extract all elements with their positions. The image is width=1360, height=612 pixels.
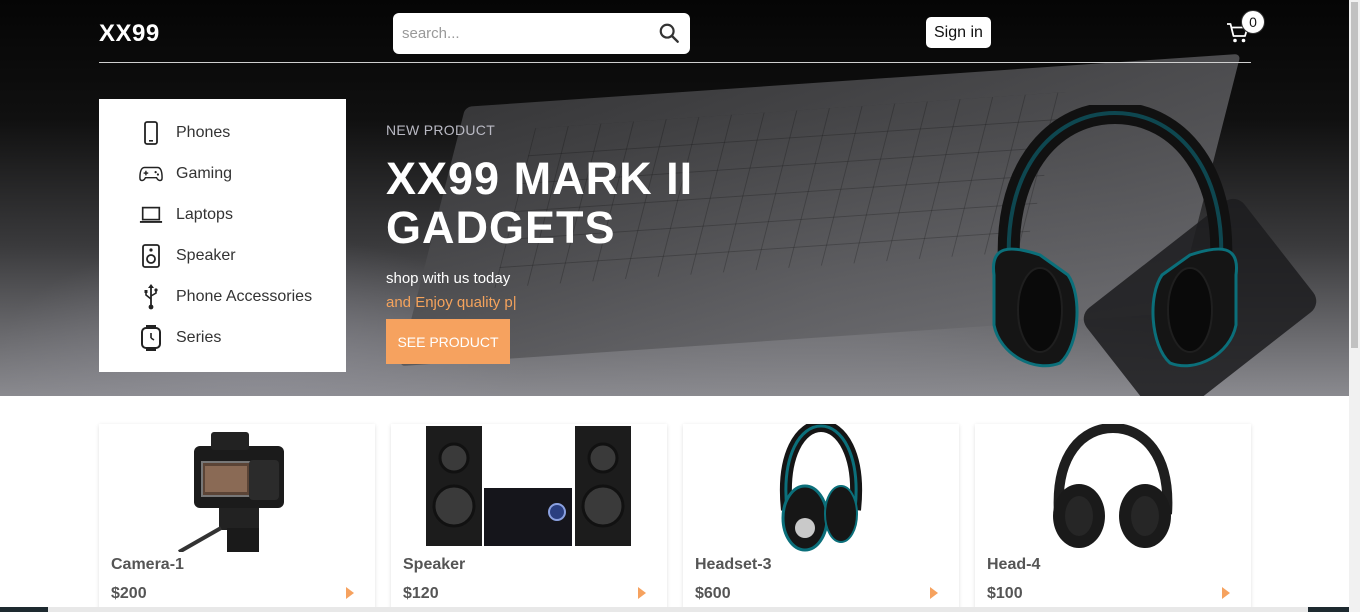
menu-item-label: Series <box>176 328 222 346</box>
menu-item-label: Laptops <box>176 205 233 223</box>
product-price: $120 <box>403 585 439 602</box>
product-card[interactable]: Headset-3 $600 <box>683 424 959 612</box>
product-price: $100 <box>987 585 1023 602</box>
product-card[interactable]: Speaker $120 <box>391 424 667 612</box>
menu-item-laptops[interactable]: Laptops <box>99 194 346 235</box>
menu-item-label: Gaming <box>176 164 233 182</box>
caret-right-icon[interactable] <box>1222 587 1230 599</box>
header-divider <box>99 62 1251 63</box>
horizontal-scrollbar-track <box>48 607 1308 612</box>
usb-icon <box>139 283 163 309</box>
hero-kicker: NEW PRODUCT <box>386 122 496 138</box>
watch-icon <box>139 324 163 351</box>
product-card[interactable]: Camera-1 $200 <box>99 424 375 612</box>
hero-title: XX99 MARK II GADGETS <box>386 154 806 252</box>
product-card[interactable]: Head-4 $100 <box>975 424 1251 612</box>
scrollbar-thumb[interactable] <box>1351 2 1358 348</box>
camera-image <box>178 432 284 552</box>
laptop-icon <box>139 203 163 227</box>
caret-right-icon[interactable] <box>638 587 646 599</box>
menu-item-series[interactable]: Series <box>99 317 346 358</box>
headset-image <box>779 424 863 552</box>
hero-subtitle: shop with us today <box>386 270 511 287</box>
menu-item-phone-accessories[interactable]: Phone Accessories <box>99 276 346 317</box>
search-box <box>393 13 690 54</box>
product-price: $600 <box>695 585 731 602</box>
headphones-image <box>1053 424 1173 548</box>
menu-item-phones[interactable]: Phones <box>99 112 346 153</box>
sign-in-button[interactable]: Sign in <box>926 17 991 48</box>
menu-item-speaker[interactable]: Speaker <box>99 235 346 276</box>
hero-title-line1: XX99 MARK II <box>386 153 694 204</box>
speaker-icon <box>139 243 163 268</box>
horizontal-scrollbar[interactable] <box>0 607 1349 612</box>
product-name[interactable]: Headset-3 <box>695 556 771 574</box>
gamepad-icon <box>139 162 163 186</box>
product-grid: Camera-1 $200 Speaker $120 Headset-3 $60… <box>99 424 1251 612</box>
product-price: $200 <box>111 585 147 602</box>
search-icon[interactable] <box>658 22 680 44</box>
product-name[interactable]: Camera-1 <box>111 556 184 574</box>
phone-icon <box>139 120 163 145</box>
speaker-image <box>426 426 631 546</box>
see-product-button[interactable]: SEE PRODUCT <box>386 319 510 364</box>
product-name[interactable]: Speaker <box>403 556 465 574</box>
caret-right-icon[interactable] <box>930 587 938 599</box>
search-input[interactable] <box>393 13 643 54</box>
category-menu: Phones Gaming Laptops Speaker Phone Acce… <box>99 99 346 372</box>
menu-item-label: Phones <box>176 123 231 141</box>
product-name[interactable]: Head-4 <box>987 556 1040 574</box>
hero-headphones-image <box>992 105 1238 368</box>
page-scrollbar[interactable] <box>1349 0 1360 612</box>
menu-item-label: Speaker <box>176 246 236 264</box>
menu-item-gaming[interactable]: Gaming <box>99 153 346 194</box>
hero-title-line2: GADGETS <box>386 202 616 253</box>
menu-item-label: Phone Accessories <box>176 287 313 305</box>
site-logo[interactable]: XX99 <box>99 20 160 48</box>
hero-typing-text: and Enjoy quality p| <box>386 294 517 311</box>
caret-right-icon[interactable] <box>346 587 354 599</box>
cart-count-badge: 0 <box>1241 10 1265 34</box>
